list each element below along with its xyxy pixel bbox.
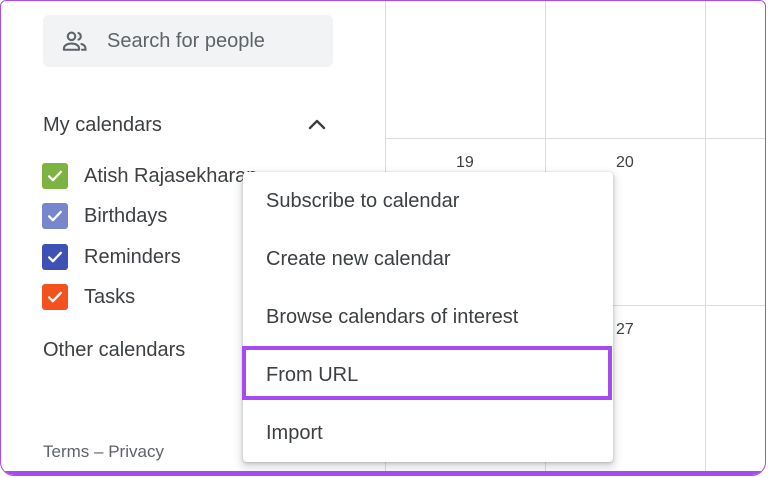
search-placeholder: Search for people	[107, 29, 265, 52]
people-icon	[62, 31, 87, 51]
calendar-item-tasks[interactable]: Tasks	[42, 284, 135, 310]
calendar-label: Birthdays	[84, 204, 168, 227]
menu-item-subscribe[interactable]: Subscribe to calendar	[243, 172, 613, 230]
privacy-link[interactable]: Privacy	[108, 442, 164, 461]
menu-item-from-url[interactable]: From URL	[243, 346, 613, 404]
checkbox[interactable]	[42, 203, 68, 229]
calendar-item-reminders[interactable]: Reminders	[42, 244, 181, 270]
other-calendars-heading[interactable]: Other calendars	[43, 339, 185, 362]
calendar-label: Reminders	[84, 245, 181, 268]
checkbox[interactable]	[42, 284, 68, 310]
check-icon	[48, 170, 62, 182]
day-number[interactable]: 27	[616, 321, 634, 339]
calendar-item-birthdays[interactable]: Birthdays	[42, 203, 167, 229]
bottom-accent-bar	[1, 471, 765, 475]
search-people-input[interactable]: Search for people	[43, 15, 333, 67]
calendar-item-atish[interactable]: Atish Rajasekharan	[42, 163, 257, 189]
my-calendars-heading[interactable]: My calendars	[43, 114, 162, 137]
terms-link[interactable]: Terms	[43, 442, 89, 461]
check-icon	[48, 210, 62, 222]
day-number[interactable]: 19	[456, 154, 474, 172]
calendar-label: Atish Rajasekharan	[84, 164, 258, 187]
menu-item-create-new[interactable]: Create new calendar	[243, 230, 613, 288]
chevron-up-icon[interactable]	[305, 113, 329, 137]
calendar-label: Tasks	[84, 285, 136, 308]
checkbox[interactable]	[42, 163, 68, 189]
grid-divider	[385, 138, 765, 139]
grid-divider	[705, 1, 706, 475]
check-icon	[48, 251, 62, 263]
add-calendar-menu: Subscribe to calendar Create new calenda…	[243, 172, 613, 462]
check-icon	[48, 291, 62, 303]
menu-item-import[interactable]: Import	[243, 404, 613, 462]
footer-links: Terms – Privacy	[43, 442, 164, 462]
menu-item-browse[interactable]: Browse calendars of interest	[243, 288, 613, 346]
app-window: 19 20 27 Search for people My calendars …	[0, 0, 766, 476]
checkbox[interactable]	[42, 244, 68, 270]
day-number[interactable]: 20	[616, 154, 634, 172]
separator: –	[94, 442, 104, 461]
